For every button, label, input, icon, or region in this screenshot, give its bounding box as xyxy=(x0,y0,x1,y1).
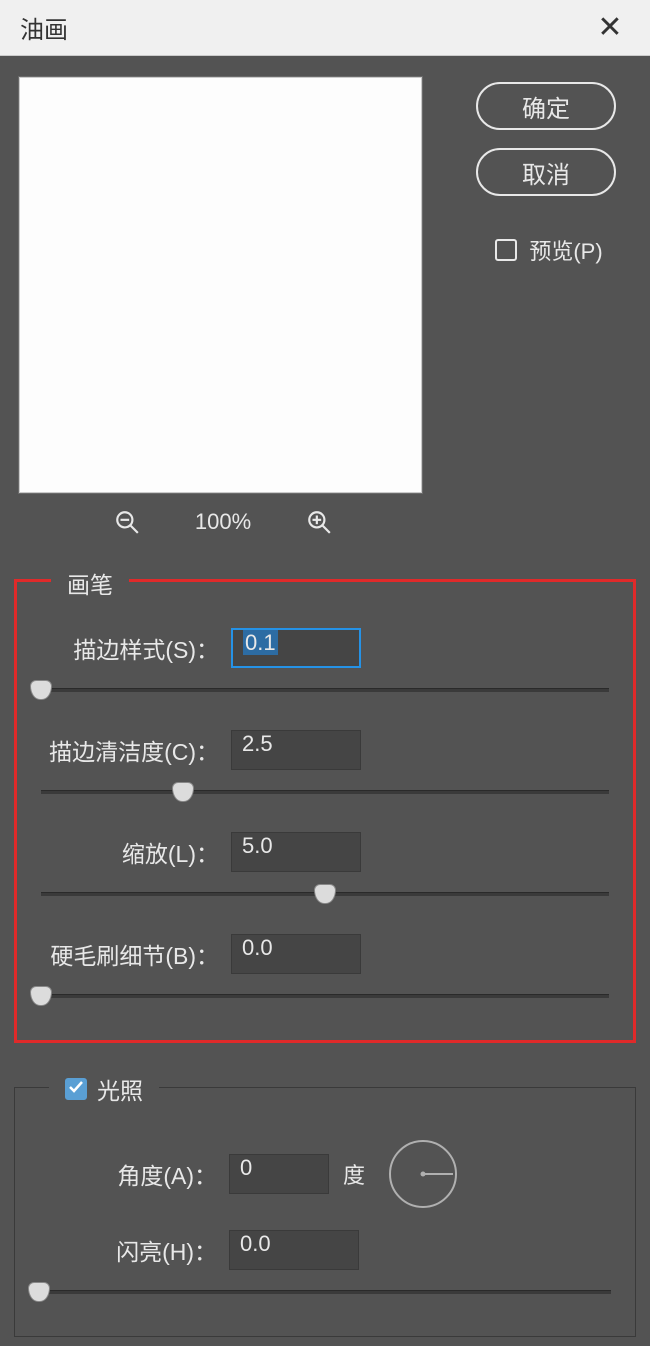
dialog-title: 油画 xyxy=(20,10,68,45)
shine-slider[interactable] xyxy=(39,1280,611,1304)
shine-row: 闪亮(H)： 0.0 xyxy=(39,1230,611,1270)
close-icon[interactable]: ✕ xyxy=(590,13,630,43)
stroke-style-row: 描边样式(S)： 0.1 xyxy=(41,628,609,668)
zoom-in-icon[interactable] xyxy=(306,509,332,535)
brush-group: 画笔 描边样式(S)： 0.1 描边清洁度(C)： 2.5 缩放(L)： 5.0… xyxy=(14,579,636,1043)
angle-dial[interactable] xyxy=(389,1140,457,1208)
bristle-row: 硬毛刷细节(B)： 0.0 xyxy=(41,934,609,974)
scale-label: 缩放(L)： xyxy=(41,835,231,869)
top-row: 100% 确定 取消 预览(P) xyxy=(14,76,636,535)
dialog-body: 100% 确定 取消 预览(P) 画笔 描边样式(S)： 0.1 xyxy=(0,56,650,1337)
ok-button[interactable]: 确定 xyxy=(476,82,616,130)
angle-input[interactable]: 0 xyxy=(229,1154,329,1194)
light-legend-label: 光照 xyxy=(97,1072,143,1106)
scale-slider[interactable] xyxy=(41,882,609,906)
light-legend: 光照 xyxy=(49,1072,159,1106)
brush-legend: 画笔 xyxy=(51,566,129,600)
angle-unit: 度 xyxy=(343,1158,365,1190)
stroke-clean-row: 描边清洁度(C)： 2.5 xyxy=(41,730,609,770)
button-column: 确定 取消 预览(P) xyxy=(456,76,636,266)
bristle-input[interactable]: 0.0 xyxy=(231,934,361,974)
preview-checkbox-label: 预览(P) xyxy=(529,234,602,266)
preview-checkbox[interactable] xyxy=(495,239,517,261)
bristle-slider[interactable] xyxy=(41,984,609,1008)
stroke-clean-input[interactable]: 2.5 xyxy=(231,730,361,770)
preview-canvas[interactable] xyxy=(18,76,423,494)
stroke-style-slider[interactable] xyxy=(41,678,609,702)
bristle-label: 硬毛刷细节(B)： xyxy=(41,937,231,971)
titlebar: 油画 ✕ xyxy=(0,0,650,56)
light-checkbox[interactable] xyxy=(65,1078,87,1100)
angle-row: 角度(A)： 0 度 xyxy=(39,1140,611,1208)
zoom-out-icon[interactable] xyxy=(114,509,140,535)
light-group: 光照 角度(A)： 0 度 闪亮(H)： 0.0 xyxy=(14,1087,636,1337)
scale-row: 缩放(L)： 5.0 xyxy=(41,832,609,872)
preview-checkbox-row[interactable]: 预览(P) xyxy=(495,234,602,266)
zoom-controls: 100% xyxy=(18,509,428,535)
stroke-clean-label: 描边清洁度(C)： xyxy=(41,733,231,767)
stroke-clean-slider[interactable] xyxy=(41,780,609,804)
preview-column: 100% xyxy=(14,76,456,535)
stroke-style-label: 描边样式(S)： xyxy=(41,631,231,665)
shine-input[interactable]: 0.0 xyxy=(229,1230,359,1270)
shine-label: 闪亮(H)： xyxy=(39,1233,229,1267)
scale-input[interactable]: 5.0 xyxy=(231,832,361,872)
cancel-button[interactable]: 取消 xyxy=(476,148,616,196)
zoom-level: 100% xyxy=(195,509,251,535)
stroke-style-input[interactable]: 0.1 xyxy=(231,628,361,668)
angle-label: 角度(A)： xyxy=(39,1157,229,1191)
